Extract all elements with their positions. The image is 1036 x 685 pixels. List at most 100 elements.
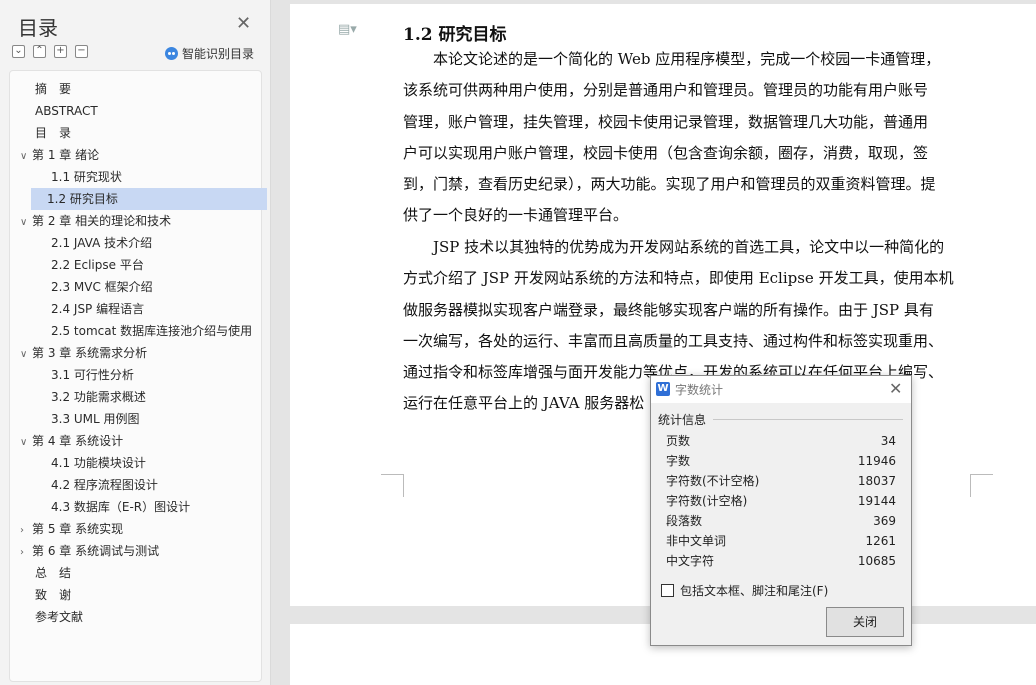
text-line: 到，门禁，查看历史纪录），两大功能。实现了用户和管理员的双重资料管理。提: [403, 175, 936, 194]
checkbox-label: 包括文本框、脚注和尾注(F): [680, 584, 829, 598]
toc-item-label: 3.3 UML 用例图: [51, 412, 140, 426]
text-line: 供了一个良好的一卡通管理平台。: [403, 206, 629, 225]
toc-item-label: 第 2 章 相关的理论和技术: [32, 214, 172, 228]
smart-toc-label: 智能识别目录: [182, 47, 255, 61]
stat-label: 段落数: [666, 514, 703, 528]
smart-toc-button[interactable]: 智能识别目录: [165, 45, 254, 62]
toc-item[interactable]: 目 录: [35, 122, 265, 144]
add-item-icon[interactable]: +: [54, 45, 67, 58]
text-line: 户可以实现用户账户管理，校园卡使用（包含查询余额，圈存，消费，取现，签: [403, 143, 929, 162]
stat-row: 非中文单词 1261: [666, 531, 896, 551]
group-label: 统计信息: [658, 413, 707, 427]
chevron-down-icon[interactable]: ∨: [20, 344, 32, 364]
toc-item[interactable]: 4.2 程序流程图设计: [51, 474, 254, 496]
text-line: 方式介绍了 JSP 开发网站系统的方法和特点，即使用 Eclipse 开发工具，…: [403, 269, 954, 288]
toc-item-label: 3.2 功能需求概述: [51, 390, 146, 404]
text-line: JSP 技术以其独特的优势成为开发网站系统的首选工具，论文中以一种简化的: [403, 238, 945, 256]
toc-title: 目录: [18, 16, 58, 40]
stat-label: 非中文单词: [666, 534, 727, 548]
collapse-all-icon[interactable]: ⌃: [33, 45, 46, 58]
stat-row: 字数 11946: [666, 451, 896, 471]
toc-item-label: 2.1 JAVA 技术介绍: [51, 236, 153, 250]
chevron-down-icon[interactable]: ∨: [20, 146, 32, 166]
paragraph-1: 本论文论述的是一个简化的 Web 应用程序模型，完成一个校园一卡通管理， 该系统可…: [403, 44, 973, 232]
close-button[interactable]: 关闭: [826, 607, 904, 637]
toc-item[interactable]: 1.2 研究目标: [31, 188, 267, 210]
dialog-titlebar[interactable]: W 字数统计 ✕: [651, 376, 911, 403]
checkbox-box[interactable]: [661, 584, 674, 597]
chevron-down-icon[interactable]: ∨: [20, 212, 32, 232]
stat-label: 中文字符: [666, 554, 715, 568]
toc-item[interactable]: 参考文献: [35, 606, 265, 628]
toc-item-label: 第 5 章 系统实现: [32, 522, 124, 536]
toc-item-label: 2.5 tomcat 数据库连接池介绍与使用: [51, 324, 253, 338]
toc-item[interactable]: 3.1 可行性分析: [51, 364, 254, 386]
toc-item[interactable]: 4.1 功能模块设计: [51, 452, 254, 474]
toc-item[interactable]: 3.2 功能需求概述: [51, 386, 254, 408]
toc-item[interactable]: › 第 6 章 系统调试与测试: [20, 540, 250, 562]
toc-item[interactable]: ABSTRACT: [35, 100, 265, 122]
chevron-right-icon[interactable]: ›: [20, 520, 32, 540]
dialog-close-icon[interactable]: ✕: [889, 379, 902, 398]
crop-mark-left: [381, 474, 404, 497]
chevron-down-icon[interactable]: ∨: [20, 432, 32, 452]
stat-value: 18037: [857, 474, 896, 488]
toc-item[interactable]: 2.2 Eclipse 平台: [51, 254, 254, 276]
toc-item-label: 3.1 可行性分析: [51, 368, 134, 382]
toc-item[interactable]: 2.4 JSP 编程语言: [51, 298, 254, 320]
toc-panel: 目录 ✕ ⌄ ⌃ + − 智能识别目录 摘 要 ABSTRACT 目 录 ∨ 第 1 章…: [0, 0, 271, 685]
toc-item-label: 2.4 JSP 编程语言: [51, 302, 145, 316]
toc-item[interactable]: 2.1 JAVA 技术介绍: [51, 232, 254, 254]
toc-item[interactable]: ∨ 第 1 章 绪论: [20, 144, 250, 166]
chevron-right-icon[interactable]: ›: [20, 542, 32, 562]
wps-logo-icon: W: [656, 382, 670, 396]
toc-list: 摘 要 ABSTRACT 目 录 ∨ 第 1 章 绪论 1.1 研究现状 1.2 研究目标 ∨…: [9, 70, 267, 682]
group-divider: [713, 419, 903, 420]
toc-item[interactable]: 摘 要: [35, 78, 265, 100]
close-icon[interactable]: ✕: [236, 14, 251, 34]
stat-value: 11946: [857, 454, 896, 468]
toc-item-label: 1.1 研究现状: [51, 170, 122, 184]
toc-item[interactable]: 4.3 数据库（E-R）图设计: [51, 496, 254, 518]
expand-all-icon[interactable]: ⌄: [12, 45, 25, 58]
section-heading: 1.2 研究目标: [403, 25, 507, 45]
toc-item-label: 2.3 MVC 框架介绍: [51, 280, 153, 294]
toc-item-label: 致 谢: [35, 588, 72, 602]
document-icon[interactable]: ▤▾: [338, 22, 357, 37]
stat-label: 字符数(不计空格): [666, 474, 760, 488]
include-textbox-checkbox[interactable]: 包括文本框、脚注和尾注(F): [661, 582, 828, 599]
toc-item-label: 第 3 章 系统需求分析: [32, 346, 148, 360]
toc-item[interactable]: 3.3 UML 用例图: [51, 408, 254, 430]
toc-item[interactable]: 致 谢: [35, 584, 265, 606]
toc-item[interactable]: › 第 5 章 系统实现: [20, 518, 250, 540]
toc-item-label: 参考文献: [35, 610, 84, 624]
toc-item-label: 4.3 数据库（E-R）图设计: [51, 500, 191, 514]
toc-item-label: 摘 要: [35, 82, 72, 96]
stat-row: 字符数(计空格) 19144: [666, 491, 896, 511]
text-line: 做服务器模拟实现客户端登录，最终能够实现客户端的所有操作。由于 JSP 具有: [403, 300, 934, 319]
text-line: 一次编写，各处的运行、丰富而且高质量的工具支持、通过构件和标签实现重用、: [403, 331, 944, 350]
toc-item-label: 第 6 章 系统调试与测试: [32, 544, 160, 558]
text-line: 本论文论述的是一个简化的 Web 应用程序模型，完成一个校园一卡通管理，: [403, 50, 941, 68]
toc-item[interactable]: 2.3 MVC 框架介绍: [51, 276, 254, 298]
stat-row: 字符数(不计空格) 18037: [666, 471, 896, 491]
stat-value: 1261: [865, 534, 896, 548]
toc-item-label: 4.1 功能模块设计: [51, 456, 146, 470]
toc-item[interactable]: ∨ 第 2 章 相关的理论和技术: [20, 210, 250, 232]
stat-row: 段落数 369: [666, 511, 896, 531]
stat-row: 页数 34: [666, 431, 896, 451]
stat-value: 34: [880, 434, 896, 448]
dialog-title: 字数统计: [675, 383, 724, 397]
toc-item[interactable]: 总 结: [35, 562, 265, 584]
text-line: 该系统可供两种用户使用，分别是普通用户和管理员。管理员的功能有用户账号: [403, 81, 929, 100]
toc-item-label: 4.2 程序流程图设计: [51, 478, 158, 492]
toc-item[interactable]: ∨ 第 4 章 系统设计: [20, 430, 250, 452]
toc-item[interactable]: 1.1 研究现状: [51, 166, 254, 188]
toc-item[interactable]: ∨ 第 3 章 系统需求分析: [20, 342, 250, 364]
remove-item-icon[interactable]: −: [75, 45, 88, 58]
stat-row: 中文字符 10685: [666, 551, 896, 571]
toc-item[interactable]: 2.5 tomcat 数据库连接池介绍与使用: [51, 320, 254, 342]
toc-item-label: 第 1 章 绪论: [32, 148, 100, 162]
stat-value: 369: [873, 514, 896, 528]
stat-value: 10685: [857, 554, 896, 568]
